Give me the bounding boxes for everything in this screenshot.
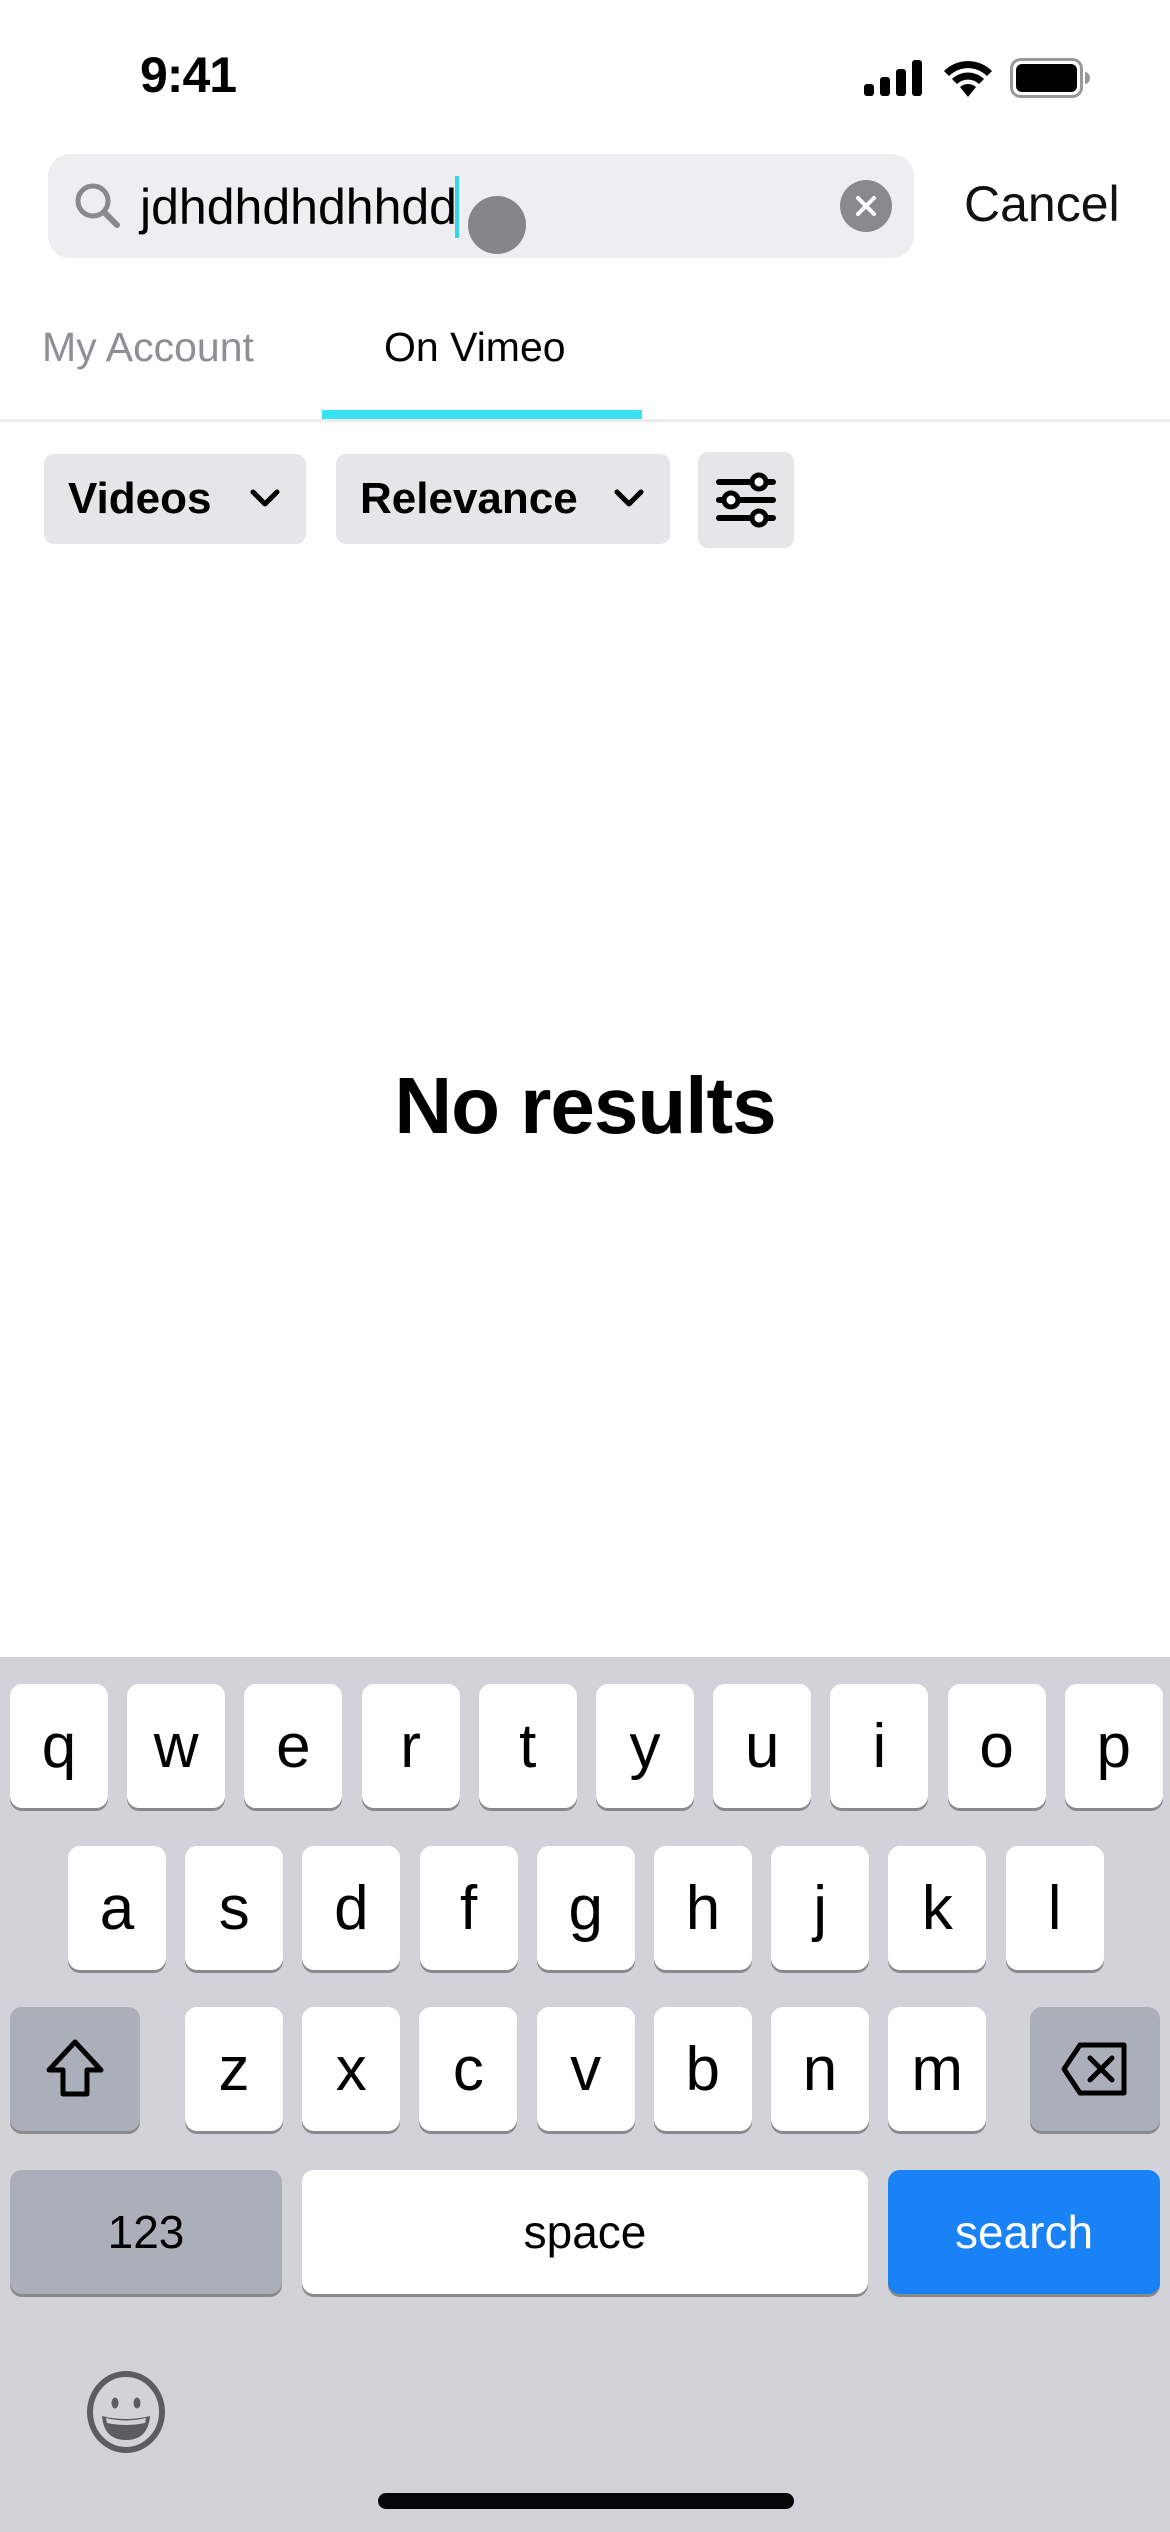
key-k[interactable]: k xyxy=(888,1846,987,1970)
key-q[interactable]: q xyxy=(10,1684,108,1808)
search-text[interactable]: jdhdhdhdhhdd xyxy=(140,176,459,238)
key-f[interactable]: f xyxy=(419,1846,518,1970)
key-label: t xyxy=(519,1711,537,1781)
search-input[interactable]: jdhdhdhdhhdd xyxy=(48,154,914,258)
key-x[interactable]: x xyxy=(302,2007,401,2131)
key-b[interactable]: b xyxy=(653,2007,752,2131)
text-caret xyxy=(455,176,459,238)
shift-key[interactable] xyxy=(10,2007,140,2131)
key-label: x xyxy=(335,2034,367,2104)
key-r[interactable]: r xyxy=(361,1684,460,1808)
status-time: 9:41 xyxy=(140,47,237,103)
search-value: jdhdhdhdhhdd xyxy=(140,179,457,235)
key-label: a xyxy=(99,1873,135,1943)
key-c[interactable]: c xyxy=(419,2007,518,2131)
cellular-signal-icon xyxy=(864,60,922,96)
emoji-icon[interactable] xyxy=(84,2370,168,2454)
key-label: e xyxy=(276,1711,311,1781)
key-label: q xyxy=(41,1711,77,1781)
search-scope-tabs: My Account On Vimeo xyxy=(0,300,1170,422)
search-icon xyxy=(75,183,120,228)
key-n[interactable]: n xyxy=(771,2007,869,2131)
key-label: search xyxy=(954,2206,1094,2258)
type-filter-dropdown[interactable]: Videos xyxy=(44,454,306,544)
key-p[interactable]: p xyxy=(1064,1684,1163,1808)
key-u[interactable]: u xyxy=(713,1684,812,1808)
key-label: s xyxy=(218,1873,250,1943)
key-label: r xyxy=(400,1711,421,1781)
key-label: o xyxy=(979,1711,1014,1781)
home-indicator xyxy=(378,2493,794,2509)
key-o[interactable]: o xyxy=(947,1684,1046,1808)
on-screen-keyboard: q w e r t y u i o p a s d f g h j k l z x c v b n m 123 space search xyxy=(0,1657,1170,2532)
chevron-down-icon xyxy=(614,489,644,507)
sort-dropdown[interactable]: Relevance xyxy=(336,454,670,544)
filter-bar: Videos Relevance xyxy=(0,452,1170,548)
key-label: l xyxy=(1047,1873,1062,1943)
type-filter-label: Videos xyxy=(68,474,212,523)
delete-key[interactable] xyxy=(1030,2007,1160,2131)
search-key[interactable]: search xyxy=(888,2170,1160,2294)
key-y[interactable]: y xyxy=(596,1684,694,1808)
space-key[interactable]: space xyxy=(302,2170,868,2294)
key-label: f xyxy=(459,1873,478,1943)
wifi-icon xyxy=(944,61,992,97)
key-label: space xyxy=(523,2206,647,2258)
key-a[interactable]: a xyxy=(68,1846,166,1970)
key-label: m xyxy=(911,2034,964,2104)
status-bar: 9:41 xyxy=(0,0,1170,150)
clear-icon xyxy=(856,196,876,216)
key-label: v xyxy=(570,2034,602,2104)
key-label: j xyxy=(813,1873,828,1943)
key-label: g xyxy=(568,1873,604,1943)
key-j[interactable]: j xyxy=(771,1846,870,1970)
key-t[interactable]: t xyxy=(478,1684,577,1808)
active-tab-indicator xyxy=(322,410,642,419)
filter-settings-button[interactable] xyxy=(698,452,794,548)
key-v[interactable]: v xyxy=(536,2007,635,2131)
clear-search-button[interactable] xyxy=(840,180,892,232)
key-l[interactable]: l xyxy=(1005,1846,1104,1970)
key-label: y xyxy=(629,1711,661,1781)
key-label: k xyxy=(921,1873,953,1943)
tab-on-vimeo[interactable]: On Vimeo xyxy=(384,322,566,372)
key-label: h xyxy=(685,1873,721,1943)
key-w[interactable]: w xyxy=(127,1684,226,1808)
key-label: p xyxy=(1096,1711,1132,1781)
key-label: b xyxy=(685,2034,721,2104)
key-label: 123 xyxy=(107,2206,185,2258)
tab-my-account[interactable]: My Account xyxy=(42,322,254,372)
key-z[interactable]: z xyxy=(185,2007,283,2131)
key-g[interactable]: g xyxy=(536,1846,635,1970)
key-label: n xyxy=(802,2034,838,2104)
touch-indicator xyxy=(468,196,526,254)
key-s[interactable]: s xyxy=(185,1846,284,1970)
key-label: c xyxy=(452,2034,484,2104)
key-e[interactable]: e xyxy=(244,1684,343,1808)
key-label: u xyxy=(744,1711,780,1781)
sort-label: Relevance xyxy=(360,474,578,523)
search-row: jdhdhdhdhhdd Cancel xyxy=(0,152,1170,260)
key-m[interactable]: m xyxy=(888,2007,987,2131)
key-label: w xyxy=(153,1711,199,1781)
cancel-button[interactable]: Cancel xyxy=(964,174,1120,234)
key-d[interactable]: d xyxy=(302,1846,401,1970)
shift-icon xyxy=(46,2039,104,2097)
delete-icon xyxy=(1061,2042,1127,2096)
chevron-down-icon xyxy=(250,489,280,507)
no-results-message: No results xyxy=(394,1061,776,1150)
key-label: i xyxy=(872,1711,887,1781)
sliders-icon xyxy=(716,472,776,528)
status-icons xyxy=(864,58,1090,98)
key-h[interactable]: h xyxy=(654,1846,752,1970)
battery-icon xyxy=(1010,58,1090,98)
numbers-key[interactable]: 123 xyxy=(10,2170,282,2294)
key-i[interactable]: i xyxy=(830,1684,929,1808)
key-label: d xyxy=(334,1873,369,1943)
key-label: z xyxy=(218,2034,250,2104)
